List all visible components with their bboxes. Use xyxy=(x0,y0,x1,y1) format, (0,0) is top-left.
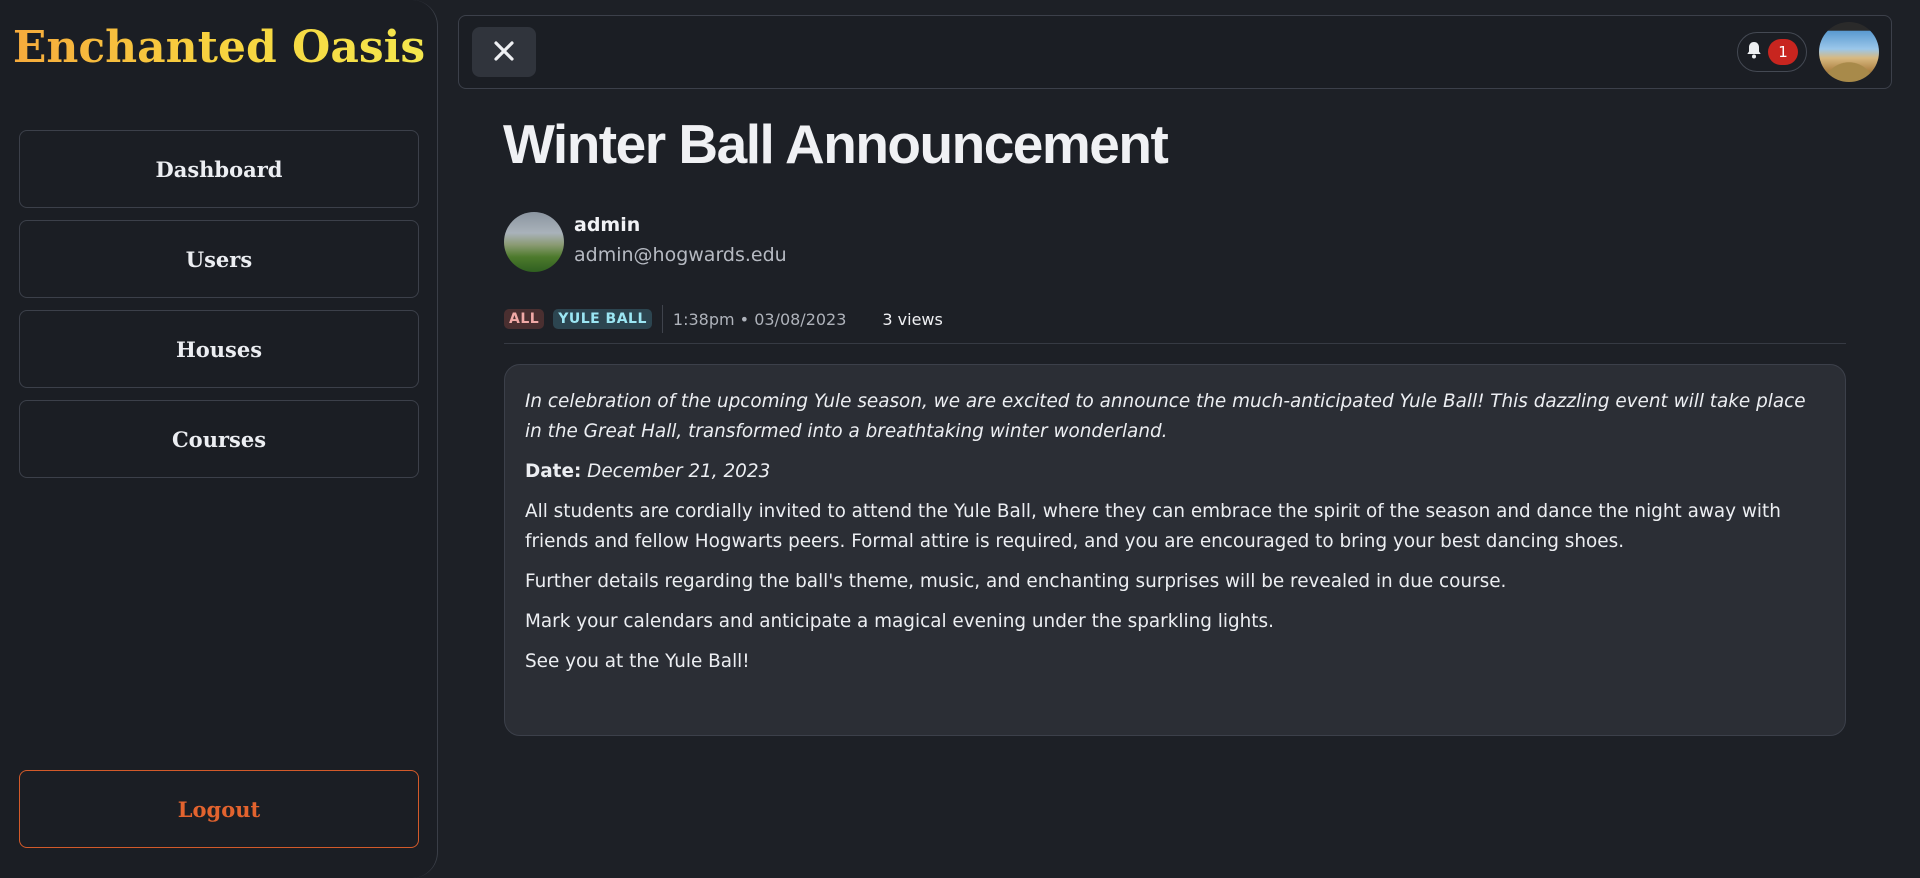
post-body: In celebration of the upcoming Yule seas… xyxy=(504,364,1846,736)
view-count: 3 views xyxy=(882,309,943,329)
post-meta: ALL YULE BALL 1:38pm • 03/08/2023 3 view… xyxy=(504,304,943,334)
sidebar-item-courses[interactable]: Courses xyxy=(19,400,419,478)
top-bar: 1 xyxy=(458,15,1892,89)
meta-divider xyxy=(661,305,663,333)
sidebar-item-label: Courses xyxy=(171,426,267,452)
tag-yule-ball[interactable]: YULE BALL xyxy=(553,309,652,329)
section-divider xyxy=(504,343,1846,344)
sidebar-item-houses[interactable]: Houses xyxy=(19,310,419,388)
bell-icon xyxy=(1746,41,1762,63)
sidebar-item-users[interactable]: Users xyxy=(19,220,419,298)
sidebar-item-label: Dashboard xyxy=(155,156,283,182)
author-avatar xyxy=(504,212,564,272)
author-name: admin xyxy=(574,214,641,236)
post-intro: In celebration of the upcoming Yule seas… xyxy=(525,391,1806,442)
sidebar-item-dashboard[interactable]: Dashboard xyxy=(19,130,419,208)
close-button[interactable] xyxy=(472,27,536,77)
post-timestamp: 1:38pm • 03/08/2023 xyxy=(672,309,847,329)
app-root: Enchanted Oasis Dashboard Users Houses C… xyxy=(0,0,1920,878)
close-icon xyxy=(493,40,515,65)
sidebar: Enchanted Oasis Dashboard Users Houses C… xyxy=(0,0,438,878)
tag-all[interactable]: ALL xyxy=(504,309,545,329)
brand-logo[interactable]: Enchanted Oasis xyxy=(0,22,438,73)
logout-button[interactable]: Logout xyxy=(19,770,419,848)
post-paragraph: Further details regarding the ball's the… xyxy=(525,571,1507,592)
user-avatar[interactable] xyxy=(1819,22,1879,82)
page-title: Winter Ball Announcement xyxy=(503,113,1169,175)
post-paragraph: All students are cordially invited to at… xyxy=(525,501,1781,552)
author-email: admin@hogwards.edu xyxy=(574,244,787,266)
post-paragraph: See you at the Yule Ball! xyxy=(525,651,750,672)
notifications-button[interactable]: 1 xyxy=(1737,32,1807,72)
sidebar-item-label: Houses xyxy=(175,336,263,362)
post-paragraph: Mark your calendars and anticipate a mag… xyxy=(525,611,1274,632)
logout-label: Logout xyxy=(177,796,261,822)
sidebar-item-label: Users xyxy=(185,246,253,272)
notification-count-badge: 1 xyxy=(1768,39,1798,65)
date-value: December 21, 2023 xyxy=(587,461,771,482)
post-date: Date: December 21, 2023 xyxy=(525,457,1825,487)
date-label: Date: xyxy=(525,461,582,482)
